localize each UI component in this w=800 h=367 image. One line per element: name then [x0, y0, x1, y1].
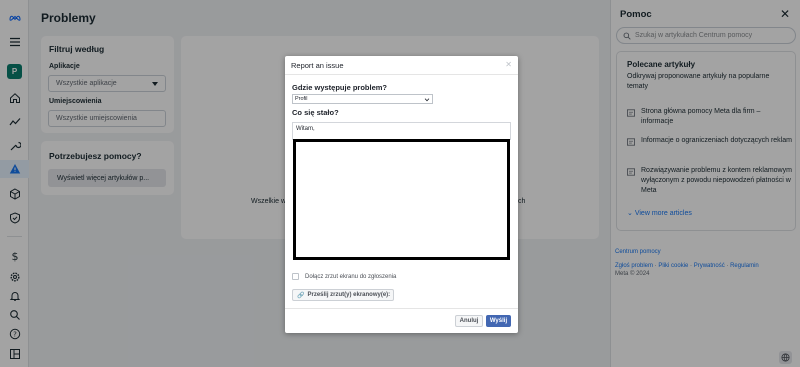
description-textarea[interactable]: Witam, — [292, 122, 511, 140]
dialog-footer-divider — [285, 308, 518, 309]
dialog-title: Report an issue — [291, 61, 344, 70]
dialog-header: Report an issue ✕ — [285, 56, 518, 75]
report-issue-dialog: Report an issue ✕ Gdzie występuje proble… — [285, 56, 518, 333]
what-label: Co się stało? — [292, 108, 339, 117]
upload-label: Prześlij zrzut(y) ekranowy(e): — [307, 292, 391, 298]
upload-screenshot-button[interactable]: 🔗 Prześlij zrzut(y) ekranowy(e): — [292, 289, 394, 301]
checkbox-icon — [292, 273, 299, 280]
chevron-down-icon — [424, 96, 430, 102]
cancel-button[interactable]: Anuluj — [455, 315, 483, 327]
where-label: Gdzie występuje problem? — [292, 83, 388, 92]
where-select[interactable]: Profil — [292, 94, 433, 104]
paperclip-icon: 🔗 — [297, 292, 305, 299]
send-button[interactable]: Wyślij — [486, 315, 511, 327]
close-icon[interactable]: ✕ — [505, 60, 512, 69]
where-select-value: Profil — [295, 96, 308, 102]
description-text: Witam, — [296, 126, 315, 132]
screenshot-preview — [293, 139, 510, 260]
attach-label: Dołącz zrzut ekranu do zgłoszenia — [305, 273, 397, 280]
attach-screenshot-checkbox[interactable]: Dołącz zrzut ekranu do zgłoszenia — [292, 273, 396, 280]
